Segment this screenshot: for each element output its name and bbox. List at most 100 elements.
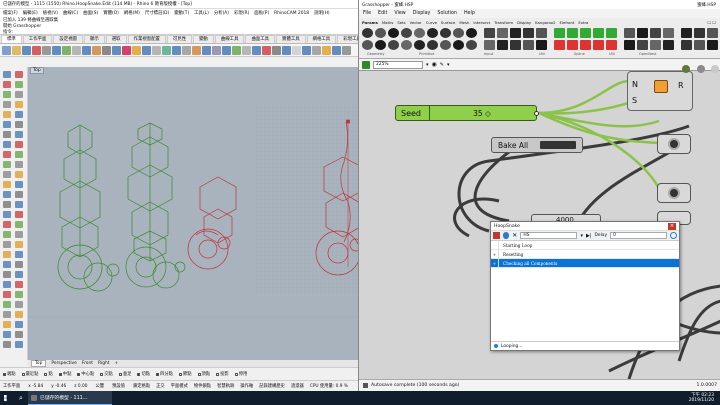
- osnap-checkbox[interactable]: [77, 372, 81, 376]
- dropdown-icon[interactable]: ▾: [580, 233, 583, 239]
- osnap-checkbox[interactable]: [178, 372, 182, 376]
- side-tool-icon[interactable]: [15, 251, 23, 258]
- osnap-checkbox[interactable]: [44, 372, 48, 376]
- side-tool-icon[interactable]: [3, 331, 11, 338]
- rhino-menu-item[interactable]: 曲線(C): [63, 10, 78, 16]
- viewport-canvas[interactable]: [28, 67, 358, 360]
- sketch-icon[interactable]: ✎: [440, 62, 444, 68]
- swirl-component-1[interactable]: [657, 134, 691, 154]
- osnap-checkbox[interactable]: [197, 372, 201, 376]
- ribbon-component-icon[interactable]: [388, 28, 399, 38]
- gh-category-tab[interactable]: Transform: [494, 20, 513, 25]
- side-tool-icon[interactable]: [15, 281, 23, 288]
- ribbon-component-icon[interactable]: [707, 28, 718, 38]
- toolbar-tool-icon[interactable]: [222, 45, 231, 55]
- ribbon-component-icon[interactable]: [497, 40, 508, 50]
- viewport-tab[interactable]: Right: [98, 361, 110, 366]
- ribbon-component-icon[interactable]: [375, 40, 386, 50]
- rhino-menu-item[interactable]: RhinoCAM 2018: [274, 11, 309, 16]
- input-n[interactable]: N: [632, 80, 638, 89]
- ribbon-component-icon[interactable]: [466, 40, 477, 50]
- osnap-toggle[interactable]: 點: [44, 371, 53, 377]
- stop-icon[interactable]: [493, 232, 500, 239]
- osnap-toggle[interactable]: 頂點: [197, 371, 210, 377]
- rhino-menu-item[interactable]: 面板(P): [254, 10, 269, 16]
- expand-icon[interactable]: +: [491, 258, 499, 268]
- status-toggle[interactable]: 記錄建構歷史: [259, 383, 285, 389]
- side-tool-icon[interactable]: [3, 111, 11, 118]
- ribbon-component-icon[interactable]: [580, 28, 591, 38]
- ribbon-component-icon[interactable]: [401, 28, 412, 38]
- gh-category-tab[interactable]: Kangaroo2: [535, 20, 555, 25]
- gh-category-tab[interactable]: Curve: [426, 20, 437, 25]
- gh-category-tab[interactable]: Surface: [441, 20, 455, 25]
- osnap-toggle[interactable]: 四分點: [156, 371, 173, 377]
- ribbon-component-icon[interactable]: [440, 40, 451, 50]
- gh-category-tab[interactable]: Params: [362, 20, 378, 25]
- gh-category-tab[interactable]: Extra: [578, 20, 588, 25]
- side-tool-icon[interactable]: [15, 331, 23, 338]
- status-toggle[interactable]: 過濾器: [291, 383, 304, 389]
- side-tool-icon[interactable]: [15, 121, 23, 128]
- log-row[interactable]: + Resetting: [491, 249, 679, 259]
- seed-value[interactable]: 35 ◇: [430, 109, 534, 118]
- osnap-checkbox[interactable]: [137, 372, 141, 376]
- toolbar-tool-icon[interactable]: [332, 45, 341, 55]
- side-tool-icon[interactable]: [15, 151, 23, 158]
- ribbon-component-icon[interactable]: [427, 40, 438, 50]
- gh-menu-item[interactable]: Solution: [437, 11, 457, 16]
- toolbar-tool-icon[interactable]: [132, 45, 141, 55]
- gh-category-tab[interactable]: Display: [517, 20, 531, 25]
- osnap-toggle[interactable]: 交點: [100, 371, 113, 377]
- side-tool-icon[interactable]: [15, 311, 23, 318]
- toolbar-tool-icon[interactable]: [262, 45, 271, 55]
- ribbon-component-icon[interactable]: [694, 28, 705, 38]
- viewport-tab[interactable]: Front: [82, 361, 93, 366]
- side-tool-icon[interactable]: [15, 201, 23, 208]
- ribbon-component-icon[interactable]: [453, 28, 464, 38]
- settings-icon[interactable]: [670, 232, 677, 239]
- osnap-toggle[interactable]: 節點: [178, 371, 192, 377]
- toolbar-tool-icon[interactable]: [102, 45, 111, 55]
- side-tool-icon[interactable]: [15, 131, 23, 138]
- side-tool-icon[interactable]: [3, 211, 11, 218]
- gh-category-tab[interactable]: Vector: [410, 20, 422, 25]
- side-tool-icon[interactable]: [15, 241, 23, 248]
- side-tool-icon[interactable]: [3, 141, 11, 148]
- toolbar-tool-icon[interactable]: [42, 45, 51, 55]
- toolbar-tab[interactable]: 變動: [193, 35, 214, 43]
- ribbon-component-icon[interactable]: [606, 28, 617, 38]
- side-tool-icon[interactable]: [3, 121, 11, 128]
- ribbon-component-icon[interactable]: [484, 40, 495, 50]
- toolbar-tab[interactable]: 作業視窗配置: [127, 35, 166, 43]
- ribbon-component-icon[interactable]: [536, 40, 547, 50]
- ribbon-component-icon[interactable]: [663, 28, 674, 38]
- taskbar-app-rhino[interactable]: 已儲存的模型 - 111...: [28, 391, 112, 405]
- side-tool-icon[interactable]: [15, 91, 23, 98]
- toolbar-tool-icon[interactable]: [302, 45, 311, 55]
- side-tool-icon[interactable]: [3, 221, 11, 228]
- ribbon-component-icon[interactable]: [484, 28, 495, 38]
- ribbon-component-icon[interactable]: [427, 28, 438, 38]
- side-tool-icon[interactable]: [15, 321, 23, 328]
- osnap-toggle[interactable]: 中點: [58, 371, 71, 377]
- rhino-menu-item[interactable]: 分析(A): [214, 10, 229, 16]
- osnap-checkbox[interactable]: [58, 372, 62, 376]
- toolbar-tool-icon[interactable]: [82, 45, 91, 55]
- dropdown-icon[interactable]: ▾: [447, 62, 450, 68]
- ribbon-component-icon[interactable]: [650, 28, 661, 38]
- green-ball-icon[interactable]: [682, 65, 690, 73]
- gh-menu-item[interactable]: File: [363, 11, 371, 16]
- toolbar-tool-icon[interactable]: [112, 45, 121, 55]
- toolbar-tool-icon[interactable]: [212, 45, 221, 55]
- ribbon-component-icon[interactable]: [663, 40, 674, 50]
- side-tool-icon[interactable]: [15, 211, 23, 218]
- toolbar-tool-icon[interactable]: [312, 45, 321, 55]
- ribbon-component-icon[interactable]: [637, 28, 648, 38]
- toolbar-tool-icon[interactable]: [152, 45, 161, 55]
- osnap-checkbox[interactable]: [216, 372, 220, 376]
- rhino-menu-item[interactable]: 檢視(V): [43, 10, 58, 16]
- rhino-menu-item[interactable]: 編輯(E): [23, 10, 38, 16]
- side-tool-icon[interactable]: [3, 321, 11, 328]
- expand-icon[interactable]: +: [491, 249, 499, 259]
